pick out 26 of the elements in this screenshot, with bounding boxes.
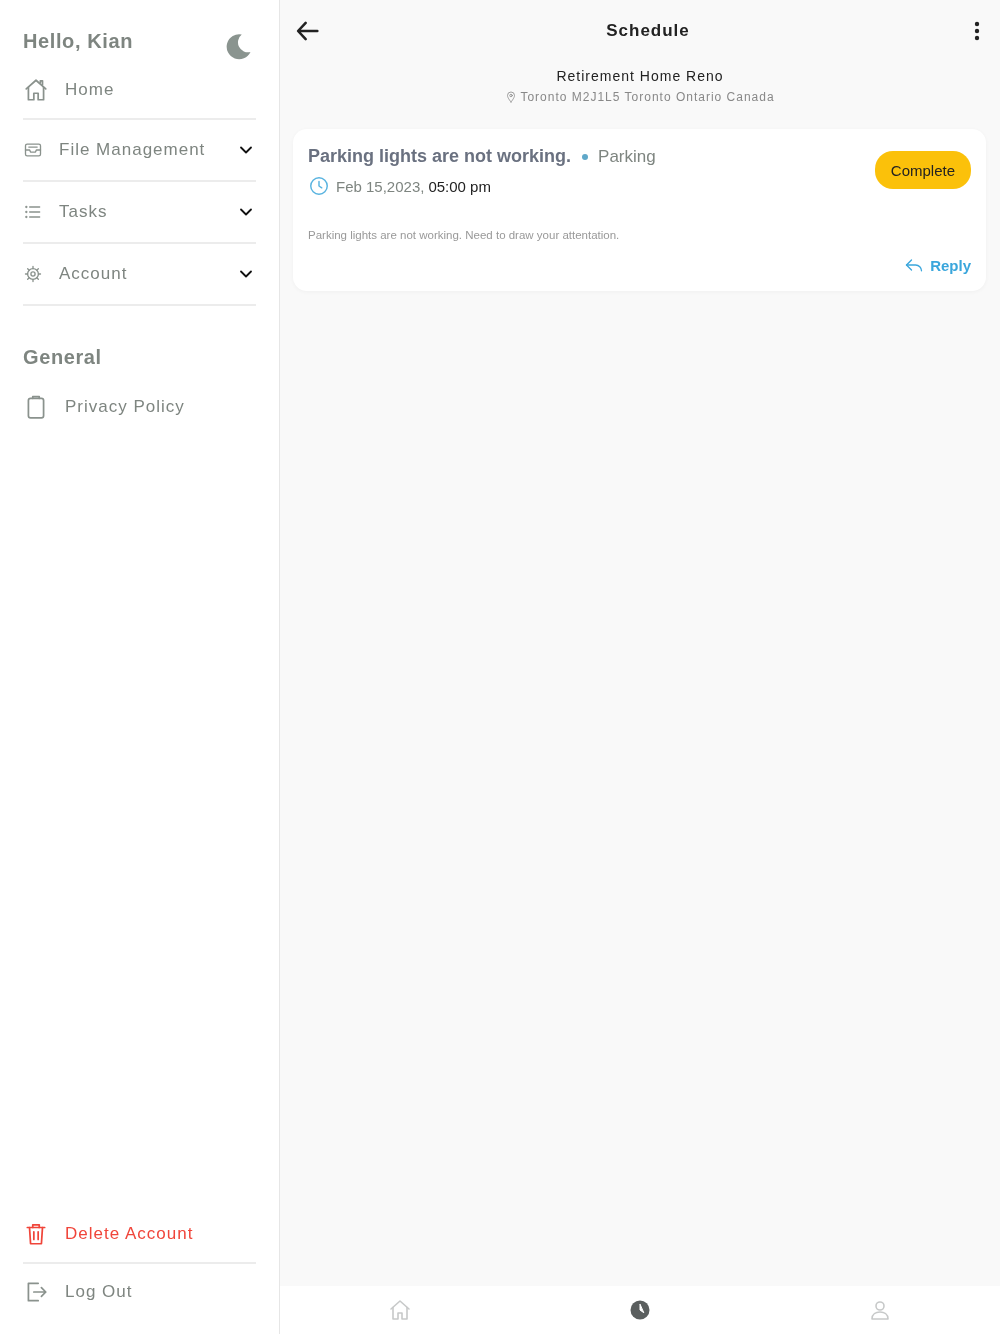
sidebar-item[interactable]: Account (23, 244, 256, 306)
gear-icon (23, 264, 43, 284)
location-pin-icon (505, 91, 518, 103)
task-date: Feb 15,2023, (336, 177, 425, 195)
project-name: Retirement Home Reno (555, 68, 725, 84)
screen-title: Schedule (606, 21, 690, 41)
sidebar-item[interactable]: File Management (23, 120, 256, 182)
clock-icon (308, 175, 330, 197)
complete-button[interactable]: Complete (874, 151, 971, 189)
more-icon[interactable] (974, 21, 980, 41)
task-description: Parking lights are not working. Need to draw your attentation. (308, 229, 621, 241)
section-heading: General (23, 346, 103, 369)
reply-link[interactable]: Reply (904, 255, 971, 275)
greeting: Hello, Kian (23, 30, 133, 53)
category-label: Parking (598, 146, 656, 167)
delete-account-item[interactable]: Delete Account (23, 1206, 256, 1264)
sidebar-item[interactable]: Tasks (23, 182, 256, 244)
sidebar-item[interactable]: Log Out (23, 1264, 256, 1320)
sidebar-item[interactable]: Privacy Policy (23, 379, 256, 435)
address: Toronto M2J1L5 Toronto Ontario Canada (520, 90, 775, 104)
trash-icon (23, 1221, 49, 1247)
task-title: Parking lights are not working. (308, 146, 572, 167)
clock-icon[interactable] (628, 1298, 652, 1322)
task-time: 05:00 pm (428, 177, 491, 195)
home-icon (23, 77, 49, 103)
sidebar-item[interactable]: Home (23, 62, 256, 120)
